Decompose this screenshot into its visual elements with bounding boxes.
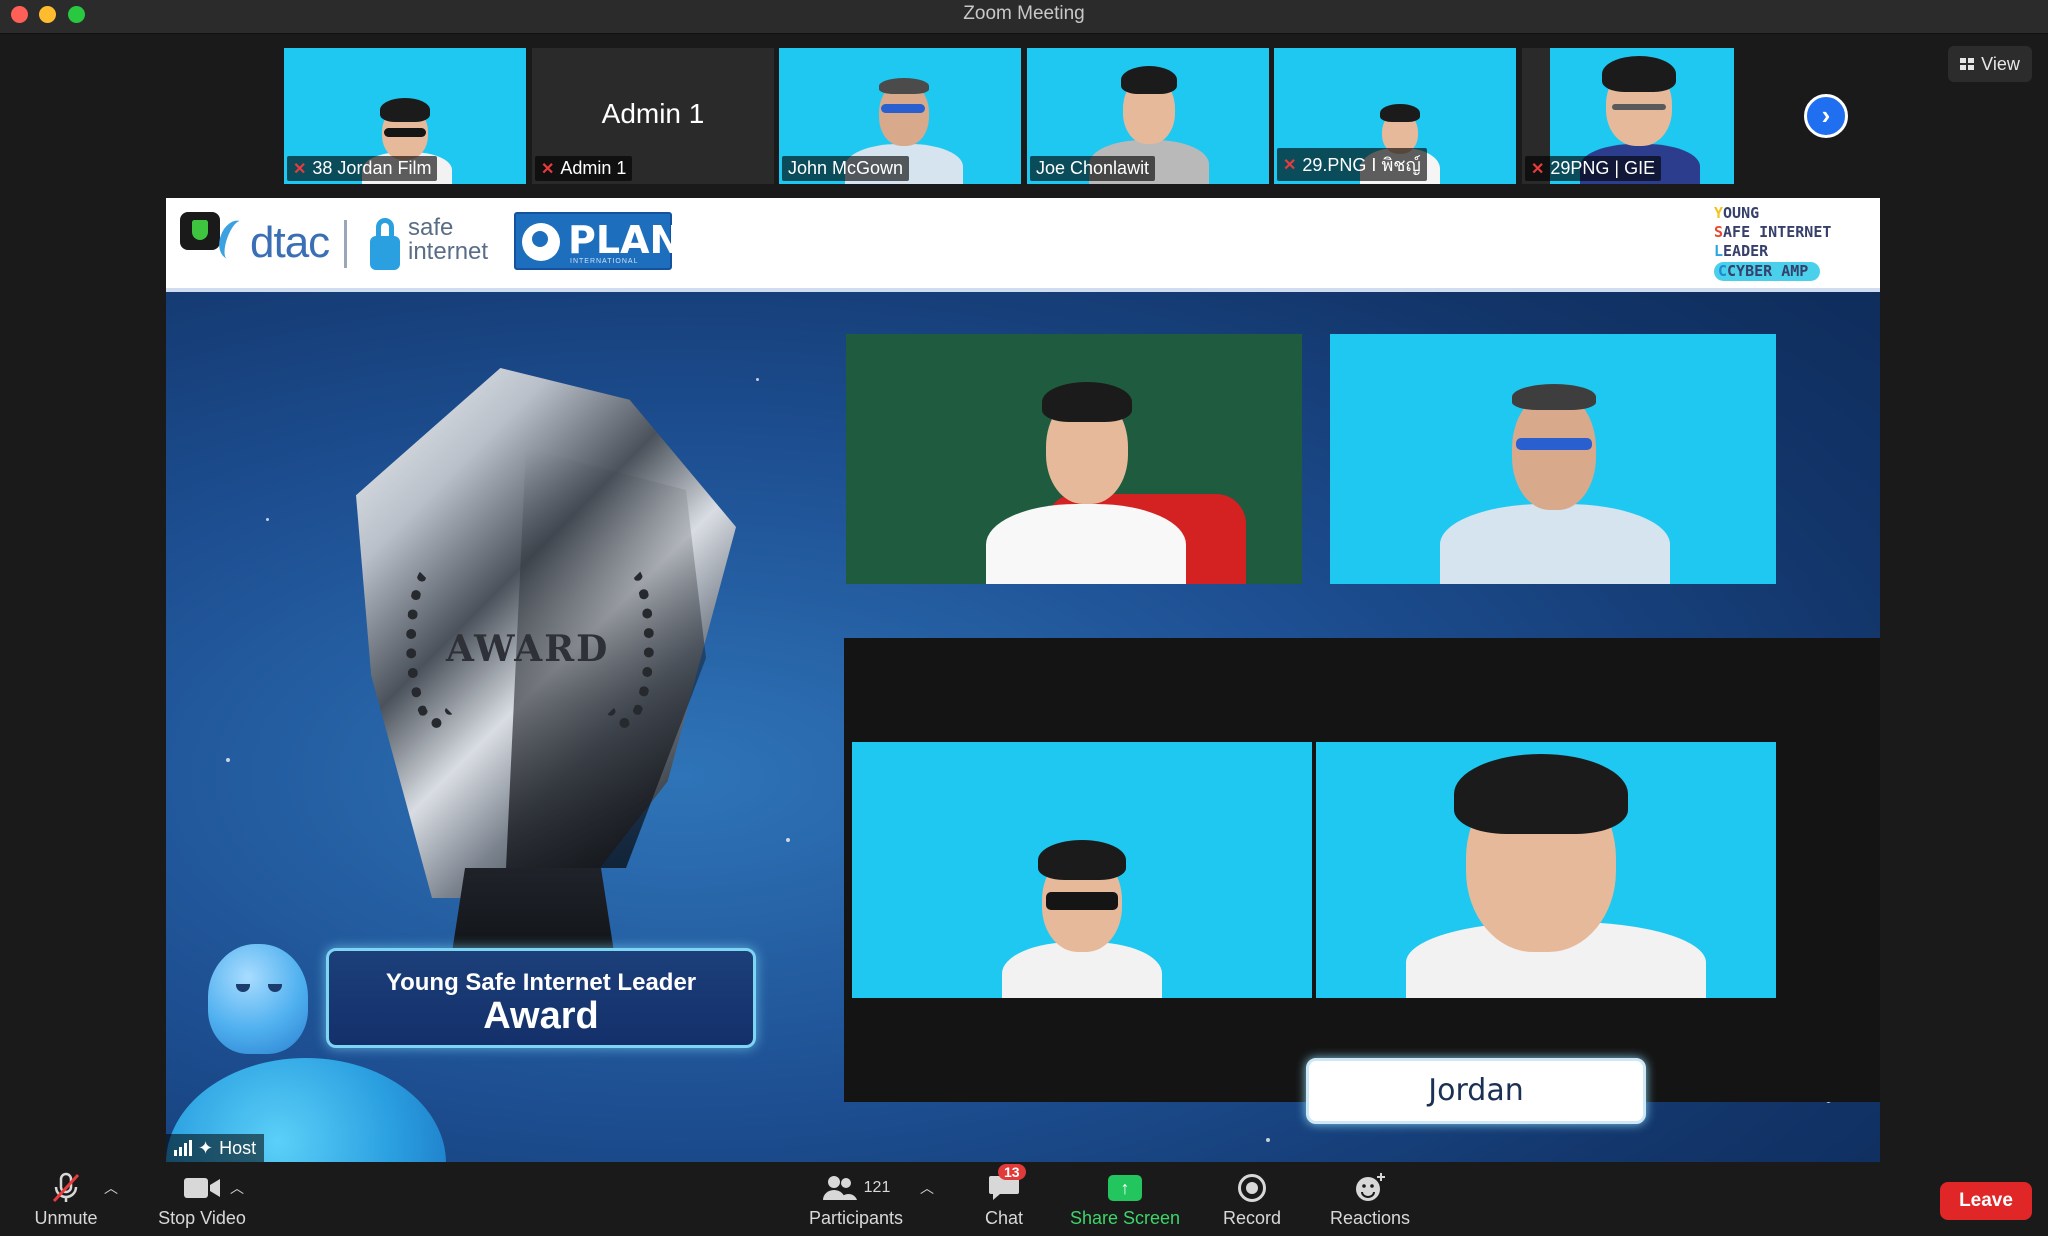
- participant-name-tag: ✕ 38 Jordan Film: [287, 156, 438, 181]
- shield-check-icon: [180, 212, 220, 250]
- participant-thumbnail[interactable]: ✕ 38 Jordan Film: [284, 48, 526, 184]
- smiley-plus-icon: [1356, 1173, 1385, 1201]
- ysil-cyber-camp-logo: YOUNG SAFE INTERNET LEADER CCYBER AMP: [1714, 204, 1832, 281]
- participants-count: 121: [863, 1179, 891, 1196]
- winner-video-tile: [852, 742, 1312, 998]
- record-button[interactable]: Record: [1216, 1170, 1288, 1229]
- participant-thumbnail[interactable]: Admin 1 ✕ Admin 1: [532, 48, 774, 184]
- participants-options-caret-icon[interactable]: ︿: [920, 1178, 934, 1198]
- chevron-right-icon: ›: [1821, 100, 1831, 130]
- dtac-swoosh-logo: [214, 216, 254, 264]
- participant-thumbnail[interactable]: John McGown: [779, 48, 1021, 184]
- share-screen-arrow-icon: ↑: [1108, 1175, 1142, 1201]
- mascot-character: [208, 944, 308, 1054]
- share-screen-button[interactable]: ↑ Share Screen: [1066, 1170, 1184, 1229]
- participant-name-tag: Joe Chonlawit: [1030, 156, 1156, 181]
- lock-icon: [370, 218, 400, 270]
- participants-icon: [822, 1176, 857, 1200]
- mic-muted-icon: ✕: [1283, 156, 1297, 174]
- video-camera-icon: [184, 1178, 220, 1198]
- mic-muted-icon: ✕: [541, 160, 555, 178]
- unmute-button[interactable]: Unmute: [26, 1170, 106, 1229]
- shared-screen: dtac safe internet PLAN INTERNATIONAL YO…: [166, 198, 1880, 1162]
- participant-name-tag: John McGown: [782, 156, 910, 181]
- signal-strength-icon: [174, 1140, 192, 1156]
- logo-divider: [344, 220, 347, 268]
- pin-icon: ✦: [198, 1137, 214, 1158]
- reactions-button[interactable]: Reactions: [1324, 1170, 1416, 1229]
- mic-muted-icon: ✕: [1531, 160, 1545, 178]
- view-button[interactable]: View: [1948, 46, 2032, 82]
- record-icon: [1238, 1174, 1266, 1202]
- leave-button[interactable]: Leave: [1940, 1182, 2032, 1220]
- participant-name-tag: ✕ 29PNG | GIE: [1525, 156, 1662, 181]
- host-tag: ✦ Host: [166, 1134, 265, 1162]
- participant-thumbnail[interactable]: Joe Chonlawit: [1027, 48, 1269, 184]
- meeting-toolbar: Unmute ︿ Stop Video ︿ 121 Participants ︿…: [0, 1162, 2048, 1236]
- video-options-caret-icon[interactable]: ︿: [230, 1178, 244, 1198]
- winner-name-card: Jordan: [1306, 1058, 1646, 1124]
- participant-thumbnail[interactable]: ✕ 29PNG | GIE: [1522, 48, 1734, 184]
- chat-button[interactable]: 13 Chat: [976, 1164, 1032, 1229]
- participant-center-name: Admin 1: [601, 98, 705, 129]
- audio-options-caret-icon[interactable]: ︿: [104, 1178, 118, 1198]
- mic-muted-icon: ✕: [293, 160, 307, 178]
- presenter-video-tile: [846, 334, 1302, 584]
- next-page-button[interactable]: ›: [1804, 94, 1848, 138]
- dtac-logo: dtac: [250, 218, 330, 267]
- award-banner: Young Safe Internet Leader Award: [326, 948, 756, 1048]
- mic-off-icon: [52, 1172, 80, 1203]
- winner-video-tile: [1316, 742, 1776, 998]
- plan-logo: PLAN INTERNATIONAL: [514, 212, 681, 270]
- safe-internet-logo: safe internet: [408, 214, 489, 265]
- grid-icon: [1960, 58, 1975, 70]
- sponsor-header: dtac safe internet PLAN INTERNATIONAL YO…: [166, 198, 1880, 292]
- participants-button[interactable]: 121 Participants: [806, 1170, 906, 1229]
- zoom-window: Zoom Meeting ✕ 38 Jordan Film Admin 1 ✕ …: [0, 0, 2048, 1236]
- participant-name-tag: ✕ Admin 1: [535, 156, 633, 181]
- participant-name-tag: ✕ 29.PNG I พิชญ์: [1277, 148, 1427, 181]
- participant-thumbnail[interactable]: ✕ 29.PNG I พิชญ์: [1274, 48, 1516, 184]
- title-bar: Zoom Meeting: [0, 0, 2048, 34]
- presenter-video-tile: [1330, 334, 1776, 584]
- trophy-award-text: AWARD: [446, 628, 610, 670]
- window-title: Zoom Meeting: [963, 3, 1085, 24]
- chat-unread-badge: 13: [998, 1164, 1026, 1180]
- plan-emblem-icon: [522, 223, 560, 261]
